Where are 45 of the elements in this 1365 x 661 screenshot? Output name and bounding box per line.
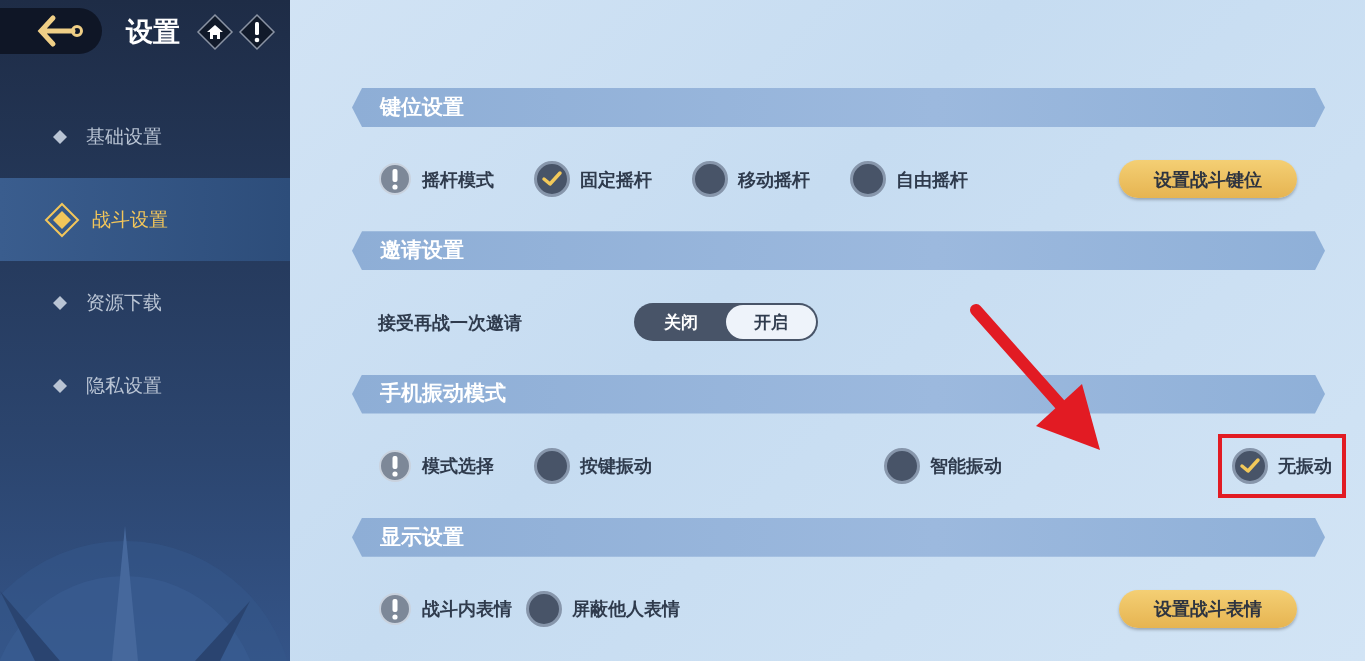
option-label: 移动摇杆: [738, 167, 810, 192]
option-label: 摇杆模式: [422, 167, 494, 192]
sidebar-item[interactable]: 隐私设置: [0, 344, 290, 427]
option-label: 无振动: [1278, 454, 1332, 479]
option-label: 自由摇杆: [896, 167, 968, 192]
option-label: 固定摇杆: [580, 167, 652, 192]
radio-button[interactable]: [884, 447, 920, 484]
section-header: 显示设置: [352, 517, 1325, 557]
info-icon: [378, 448, 412, 483]
settings-button[interactable]: 设置战斗键位: [1119, 160, 1297, 199]
toggle-option[interactable]: 关闭: [636, 305, 726, 340]
radio-button[interactable]: [1232, 447, 1268, 484]
sidebar-item[interactable]: 资源下载: [0, 261, 290, 344]
diamond-icon: [44, 201, 80, 238]
option-label: 模式选择: [422, 454, 494, 479]
alert-icon[interactable]: [238, 13, 276, 51]
radio-button[interactable]: [534, 161, 570, 198]
settings-button[interactable]: 设置战斗表情: [1119, 589, 1297, 628]
section-header: 手机振动模式: [352, 374, 1325, 414]
anchor-icon: [37, 13, 85, 49]
section-header: 邀请设置: [352, 231, 1325, 271]
radio-button[interactable]: [526, 590, 562, 627]
radio-button[interactable]: [534, 447, 570, 484]
page-title: 设置: [126, 14, 180, 49]
toggle-option[interactable]: 开启: [726, 305, 816, 340]
back-button[interactable]: [0, 8, 102, 54]
diamond-icon: [52, 128, 68, 145]
setting-label: 接受再战一次邀请: [378, 310, 522, 335]
sidebar-item[interactable]: 战斗设置: [0, 178, 290, 261]
radio-button[interactable]: [692, 161, 728, 198]
info-icon: [378, 162, 412, 197]
diamond-icon: [52, 294, 68, 311]
option-label: 战斗内表情: [422, 597, 512, 622]
check-icon: [1239, 456, 1261, 475]
check-icon: [541, 170, 563, 189]
radio-button[interactable]: [850, 161, 886, 198]
option-label: 屏蔽他人表情: [572, 597, 680, 622]
option-label: 智能振动: [930, 454, 1002, 479]
section-header: 键位设置: [352, 88, 1325, 128]
option-label: 按键振动: [580, 454, 652, 479]
info-icon: [378, 591, 412, 626]
toggle-switch[interactable]: 关闭 开启: [634, 303, 818, 342]
home-icon[interactable]: [196, 13, 234, 51]
diamond-icon: [52, 377, 68, 394]
sidebar-item[interactable]: 基础设置: [0, 95, 290, 178]
